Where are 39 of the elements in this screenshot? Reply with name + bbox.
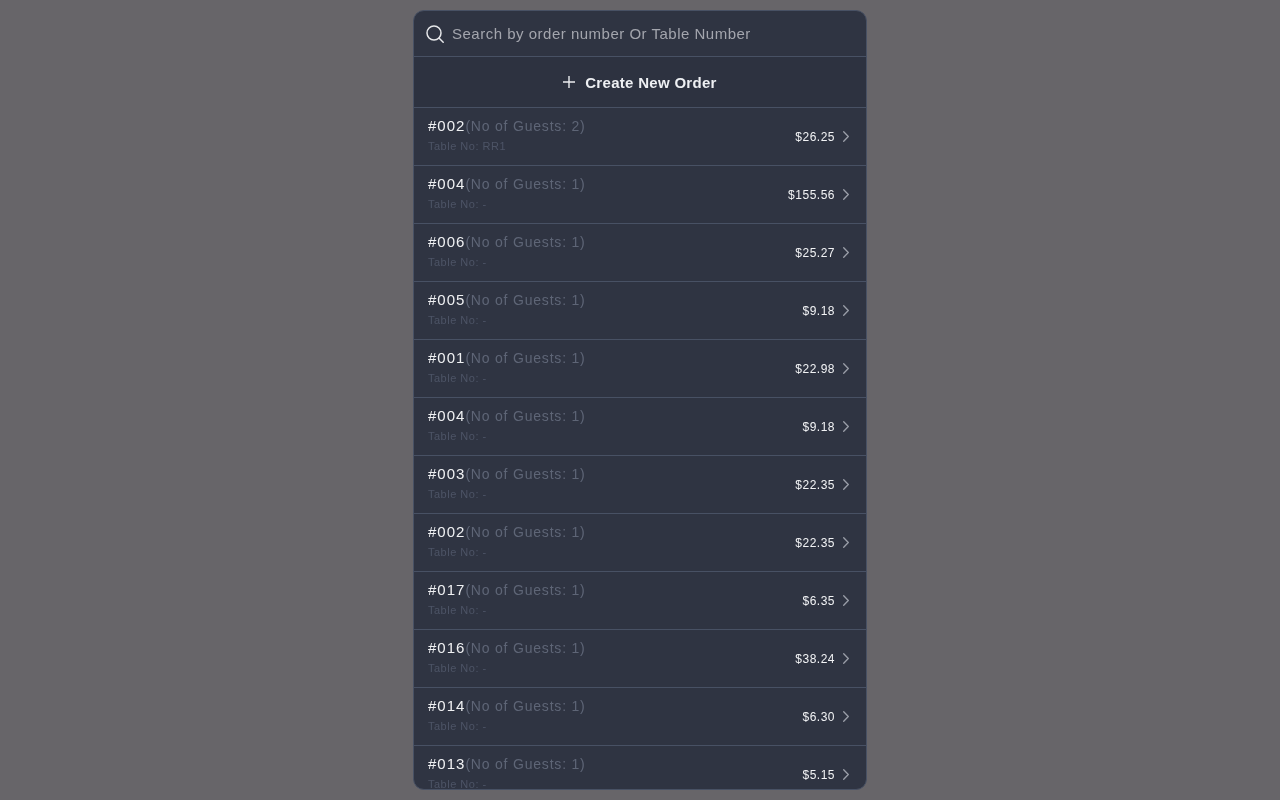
chevron-right-icon — [843, 595, 849, 606]
chevron-right-icon — [843, 131, 849, 142]
order-number: #014 — [428, 696, 466, 715]
order-total: $9.18 — [802, 303, 835, 318]
order-total: $5.15 — [802, 767, 835, 782]
plus-icon — [563, 76, 576, 88]
chevron-right-icon — [843, 189, 849, 200]
order-total: $6.30 — [802, 709, 835, 724]
order-number: #017 — [428, 580, 466, 599]
order-number: #003 — [428, 464, 466, 483]
order-total: $25.27 — [795, 245, 835, 260]
search-icon — [426, 24, 444, 43]
search-field[interactable]: Search by order number Or Table Number — [452, 18, 854, 49]
order-number: #006 — [428, 232, 466, 251]
chevron-right-icon — [843, 769, 849, 780]
chevron-right-icon — [843, 247, 849, 258]
order-total: $155.56 — [788, 187, 835, 202]
order-number: #004 — [428, 406, 466, 425]
order-number: #002 — [428, 522, 466, 541]
order-total: $22.98 — [795, 361, 835, 376]
order-number: #001 — [428, 348, 466, 367]
order-number: #013 — [428, 754, 466, 773]
chevron-right-icon — [843, 363, 849, 374]
chevron-right-icon — [843, 653, 849, 664]
order-total: $9.18 — [802, 419, 835, 434]
order-total: $22.35 — [795, 477, 835, 492]
order-total: $22.35 — [795, 535, 835, 550]
chevron-right-icon — [843, 537, 849, 548]
chevron-right-icon — [843, 711, 849, 722]
chevron-right-icon — [843, 305, 849, 316]
order-number: #004 — [428, 174, 466, 193]
order-number: #016 — [428, 638, 466, 657]
chevron-right-icon — [843, 479, 849, 490]
order-number: #002 — [428, 116, 466, 135]
chevron-right-icon — [843, 421, 849, 432]
order-number: #005 — [428, 290, 466, 309]
order-total: $38.24 — [795, 651, 835, 666]
order-total: $6.35 — [802, 593, 835, 608]
order-total: $26.25 — [795, 129, 835, 144]
